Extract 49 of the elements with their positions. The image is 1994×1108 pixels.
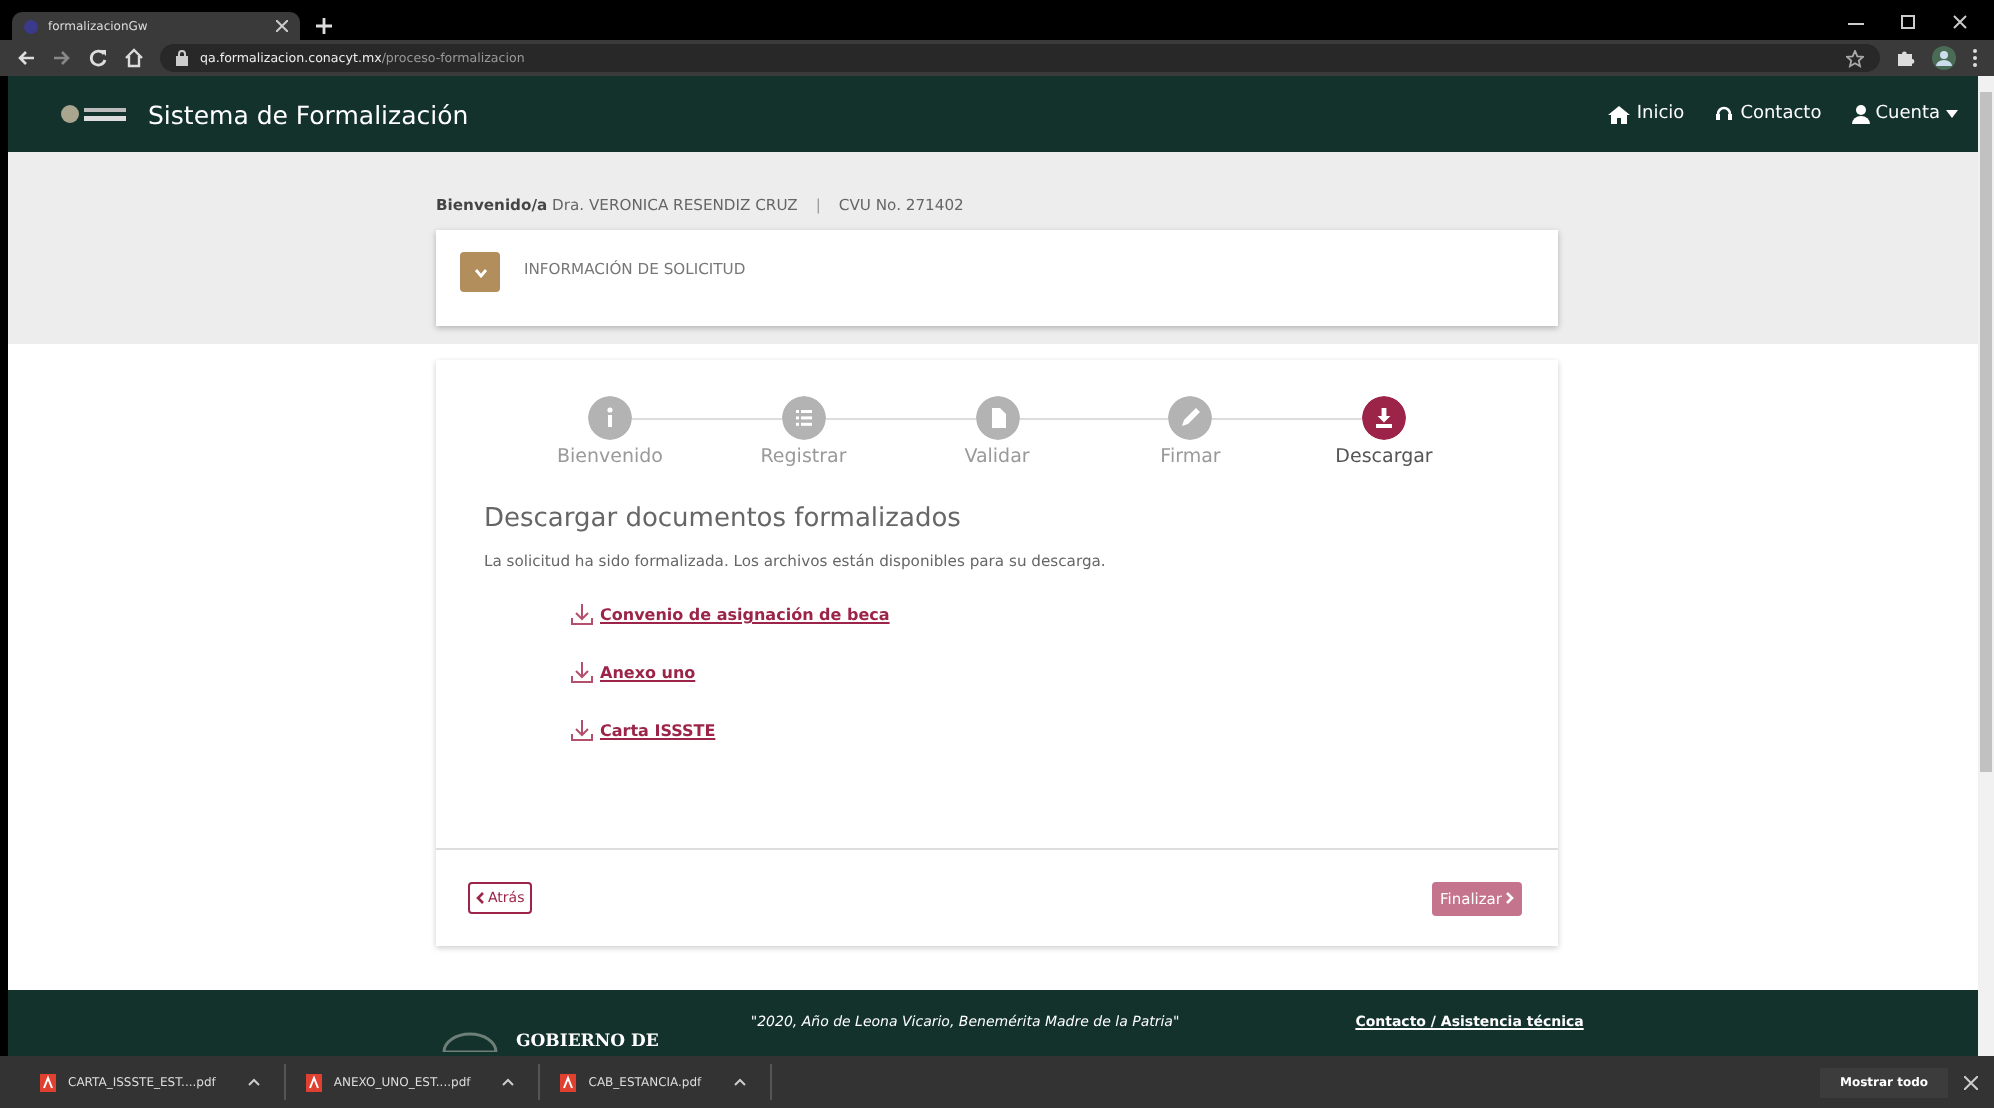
forward-icon[interactable] bbox=[52, 48, 72, 68]
pdf-file-icon bbox=[560, 1073, 577, 1091]
step-label: Validar bbox=[964, 446, 1030, 468]
pdf-file-icon bbox=[305, 1073, 322, 1091]
download-icon bbox=[570, 604, 594, 626]
close-icon[interactable] bbox=[1952, 14, 1968, 30]
user-icon bbox=[1851, 104, 1870, 124]
back-icon[interactable] bbox=[16, 48, 36, 68]
step-label: Registrar bbox=[760, 446, 847, 468]
app-title: Sistema de Formalización bbox=[148, 99, 469, 129]
profile-avatar-icon[interactable] bbox=[1932, 46, 1956, 70]
download-icon bbox=[570, 720, 594, 742]
home-icon[interactable] bbox=[124, 48, 144, 68]
scrollbar[interactable] bbox=[1978, 76, 1994, 1056]
pdf-file-icon bbox=[40, 1073, 56, 1091]
step-label: Bienvenido bbox=[557, 446, 663, 468]
document-download-link[interactable]: Carta ISSSTE bbox=[570, 720, 716, 742]
home-icon bbox=[1608, 105, 1631, 123]
chevron-icon bbox=[473, 267, 487, 277]
new-tab-icon[interactable] bbox=[316, 18, 332, 34]
expand-button[interactable] bbox=[460, 252, 500, 292]
download-icon bbox=[570, 662, 594, 684]
chevron-up-icon bbox=[502, 1078, 515, 1086]
star-icon[interactable] bbox=[1846, 49, 1864, 67]
maximize-icon[interactable] bbox=[1900, 14, 1916, 30]
chevron-up-icon bbox=[733, 1078, 746, 1086]
logo-icon bbox=[60, 104, 128, 124]
favicon-icon bbox=[24, 19, 38, 33]
headset-icon bbox=[1714, 104, 1735, 124]
section-heading: Descargar documentos formalizados bbox=[484, 504, 963, 534]
document-download-link[interactable]: Convenio de asignación de beca bbox=[570, 604, 890, 626]
reload-icon[interactable] bbox=[88, 48, 108, 68]
close-icon[interactable] bbox=[1964, 1075, 1978, 1089]
nav-link[interactable]: Contacto bbox=[1714, 104, 1822, 124]
step-label: Firmar bbox=[1160, 446, 1221, 468]
nav-link[interactable]: Cuenta bbox=[1851, 104, 1958, 124]
puzzle-icon[interactable] bbox=[1896, 48, 1916, 68]
footer-logo-text: GOBIERNO DE bbox=[516, 1032, 659, 1052]
caret-icon bbox=[1946, 110, 1958, 118]
chevron-left-icon bbox=[476, 892, 484, 904]
emblem-icon bbox=[440, 1032, 500, 1052]
document-download-link[interactable]: Anexo uno bbox=[570, 662, 696, 684]
menu-icon[interactable] bbox=[1972, 48, 1978, 68]
chevron-up-icon bbox=[247, 1078, 260, 1086]
lock-icon bbox=[176, 50, 188, 66]
nav-link[interactable]: Inicio bbox=[1608, 104, 1685, 124]
step-label: Descargar bbox=[1335, 446, 1433, 468]
close-icon[interactable] bbox=[276, 20, 288, 32]
chevron-right-icon bbox=[1506, 892, 1514, 904]
